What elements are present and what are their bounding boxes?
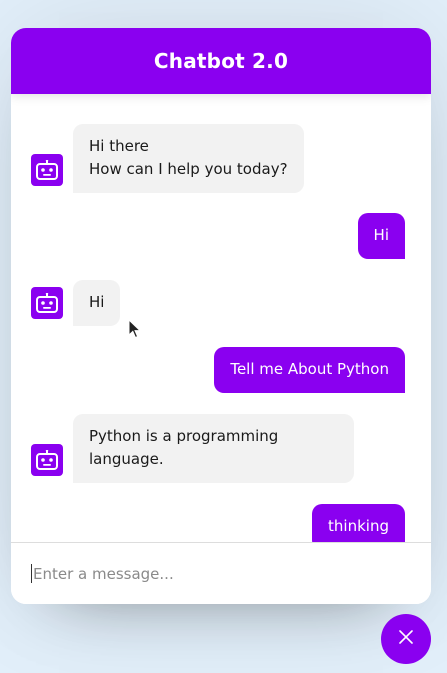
robot-icon — [31, 154, 63, 186]
chat-message-incoming: Hi — [31, 280, 405, 326]
chat-messages[interactable]: Hi there How can I help you today? Hi Hi… — [11, 94, 431, 542]
message-text: Python is a programming language. — [73, 414, 354, 483]
chat-message-incoming: Python is a programming language. — [31, 414, 405, 483]
message-text: Tell me About Python — [214, 347, 405, 393]
chatbot-window: Chatbot 2.0 Hi there How can I help you … — [11, 28, 431, 604]
chatbot-toggle-button[interactable] — [381, 614, 431, 664]
chat-message-outgoing: Hi — [31, 213, 405, 259]
chat-message-incoming: Hi there How can I help you today? — [31, 124, 405, 193]
message-input[interactable] — [33, 564, 393, 583]
mouse-pointer-icon — [128, 318, 142, 343]
chat-message-outgoing: thinking — [31, 504, 405, 542]
robot-icon — [31, 444, 63, 476]
text-caret — [31, 564, 32, 583]
message-text: Hi — [73, 280, 121, 326]
chat-message-outgoing: Tell me About Python — [31, 347, 405, 393]
message-text: Hi — [357, 213, 405, 259]
message-text: thinking — [312, 504, 405, 542]
message-text: Hi there How can I help you today? — [73, 124, 304, 193]
chatbot-header: Chatbot 2.0 — [11, 28, 431, 94]
chat-input-area — [11, 542, 431, 604]
robot-icon — [31, 287, 63, 319]
chatbot-title: Chatbot 2.0 — [153, 49, 289, 73]
close-icon — [398, 629, 414, 649]
